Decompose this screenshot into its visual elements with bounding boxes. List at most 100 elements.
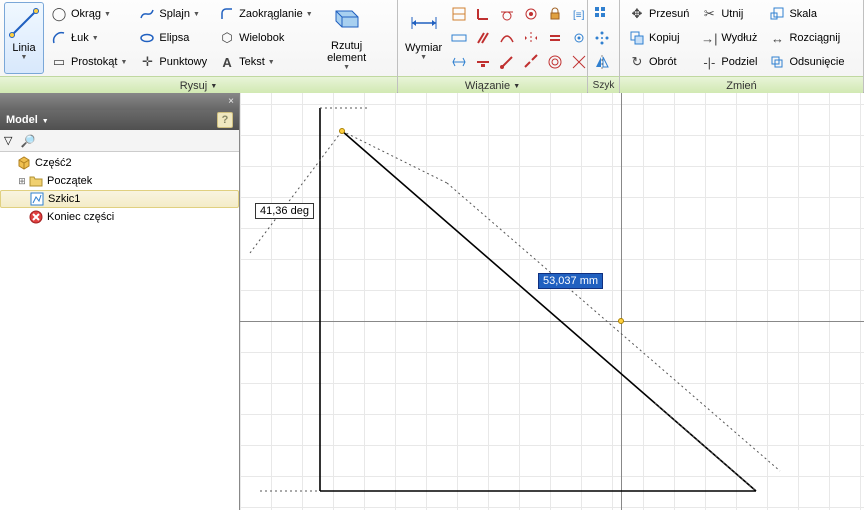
group-pattern-title[interactable]: Szyk [588, 76, 619, 94]
constraint-sym-button[interactable] [520, 27, 542, 49]
offset-button[interactable]: Odsunięcie [764, 50, 849, 74]
tree-root-label: Część2 [35, 157, 72, 169]
text-icon: A [219, 54, 235, 70]
show-constraints-button[interactable]: [≡] [568, 3, 590, 25]
constraint-coin-button[interactable] [520, 3, 542, 25]
move-icon: ✥ [629, 6, 645, 22]
trim-icon: ✂ [701, 6, 717, 22]
fillet-button[interactable]: Zaokrąglanie▼ [214, 2, 318, 26]
tree-end[interactable]: Koniec części [0, 208, 239, 226]
length-readout[interactable]: 53,037 mm [538, 273, 603, 289]
constraint-settings-button[interactable] [568, 27, 590, 49]
circle-button[interactable]: ◯Okrąg▼ [46, 2, 132, 26]
tolerance-button[interactable] [448, 51, 470, 73]
chevron-down-icon: ▼ [120, 59, 127, 66]
main-area: × Model▼ ? ▽ 🔎 Część2 ⊞ Początek [0, 93, 864, 510]
expander-icon[interactable]: ⊞ [16, 176, 28, 187]
filter-icon[interactable]: ▽ [4, 134, 12, 147]
copy-icon [629, 30, 645, 46]
sketch-intersection[interactable] [618, 318, 624, 324]
project-button[interactable]: Rzutuj element ▼ [320, 2, 374, 74]
end-of-part-icon [28, 209, 44, 225]
constraint-equal-button[interactable] [544, 27, 566, 49]
arc-button[interactable]: Łuk▼ [46, 26, 132, 50]
panel-close-button[interactable]: × [225, 96, 237, 107]
axis-x [240, 321, 864, 322]
line-button[interactable]: Linia ▼ [4, 2, 44, 74]
trim-button[interactable]: ✂Utnij [696, 2, 762, 26]
constraint-fix-button[interactable] [568, 51, 590, 73]
constraint-smooth-button[interactable] [496, 27, 518, 49]
group-draw-title[interactable]: Rysuj ▼ [0, 76, 397, 94]
scale-button[interactable]: Skala [764, 2, 849, 26]
offset-icon [769, 54, 785, 70]
extend-icon: →| [701, 30, 717, 46]
svg-text:[≡]: [≡] [573, 10, 585, 21]
point-icon: ✛ [139, 54, 155, 70]
stretch-button[interactable]: ↔Rozciągnij [764, 26, 849, 50]
dimension-icon [409, 5, 439, 41]
constraint-horiz-button[interactable] [472, 51, 494, 73]
pattern-rect-button[interactable] [591, 3, 613, 25]
canvas-grid [240, 93, 864, 510]
pattern-circ-button[interactable] [591, 27, 613, 49]
tree-sketch-label: Szkic1 [48, 193, 80, 205]
chevron-down-icon: ▼ [104, 11, 111, 18]
constraint-tan-button[interactable] [496, 3, 518, 25]
group-draw: Linia ▼ ◯Okrąg▼ Łuk▼ ▭Prostokąt▼ Splajn▼… [0, 0, 398, 92]
chevron-down-icon: ▼ [193, 11, 200, 18]
driven-dim-button[interactable] [448, 27, 470, 49]
rotate-icon: ↻ [629, 54, 645, 70]
tree-origin-label: Początek [47, 175, 92, 187]
chevron-down-icon: ▼ [513, 83, 520, 90]
chevron-down-icon: ▼ [268, 59, 275, 66]
rect-button[interactable]: ▭Prostokąt▼ [46, 50, 132, 74]
constraint-conc-button[interactable] [544, 51, 566, 73]
mirror-button[interactable] [591, 51, 613, 73]
group-modify-title[interactable]: Zmień [620, 76, 863, 94]
group-constraint-title[interactable]: Wiązanie ▼ [398, 76, 587, 94]
axis-y [621, 93, 622, 510]
project-label: Rzutuj element [323, 40, 371, 64]
point-button[interactable]: ✛Punktowy [134, 50, 212, 74]
model-header[interactable]: Model▼ ? [0, 110, 239, 130]
scale-icon [769, 6, 785, 22]
move-button[interactable]: ✥Przesuń [624, 2, 694, 26]
help-icon[interactable]: ? [217, 112, 233, 128]
part-icon [16, 155, 32, 171]
arc-icon [51, 30, 67, 46]
project-icon [332, 5, 362, 39]
polygon-icon: ⬡ [219, 30, 235, 46]
stretch-icon: ↔ [769, 30, 785, 46]
copy-button[interactable]: Kopiuj [624, 26, 694, 50]
group-constraint: Wymiar ▼ [≡] [398, 0, 588, 92]
ellipse-button[interactable]: Elipsa [134, 26, 212, 50]
sketch-endpoint[interactable] [339, 128, 345, 134]
model-panel: × Model▼ ? ▽ 🔎 Część2 ⊞ Początek [0, 93, 240, 510]
dimension-button[interactable]: Wymiar ▼ [402, 2, 445, 74]
find-icon[interactable]: 🔎 [20, 134, 35, 148]
extend-button[interactable]: →|Wydłuż [696, 26, 762, 50]
tree-origin[interactable]: ⊞ Początek [0, 172, 239, 190]
rotate-button[interactable]: ↻Obrót [624, 50, 694, 74]
auto-dim-button[interactable] [448, 3, 470, 25]
tree-sketch[interactable]: Szkic1 [0, 190, 239, 208]
chevron-down-icon: ▼ [210, 83, 217, 90]
constraint-perp-button[interactable] [472, 3, 494, 25]
split-button[interactable]: -|-Podziel [696, 50, 762, 74]
fillet-icon [219, 6, 235, 22]
group-modify: ✥Przesuń Kopiuj ↻Obrót ✂Utnij →|Wydłuż -… [620, 0, 864, 92]
tree-root[interactable]: Część2 [0, 154, 239, 172]
polygon-button[interactable]: ⬡Wielobok [214, 26, 318, 50]
constraint-collinear-button[interactable] [520, 51, 542, 73]
dropdown-icon: ▼ [21, 54, 28, 61]
text-button[interactable]: ATekst▼ [214, 50, 318, 74]
sketch-canvas[interactable]: 41,36 deg 53,037 mm [240, 93, 864, 510]
spline-button[interactable]: Splajn▼ [134, 2, 212, 26]
constraint-vert-button[interactable] [496, 51, 518, 73]
constraint-lock-button[interactable] [544, 3, 566, 25]
constraint-para-button[interactable] [472, 27, 494, 49]
ribbon: Linia ▼ ◯Okrąg▼ Łuk▼ ▭Prostokąt▼ Splajn▼… [0, 0, 864, 93]
line-label: Linia [12, 42, 35, 54]
angle-readout[interactable]: 41,36 deg [255, 203, 314, 219]
